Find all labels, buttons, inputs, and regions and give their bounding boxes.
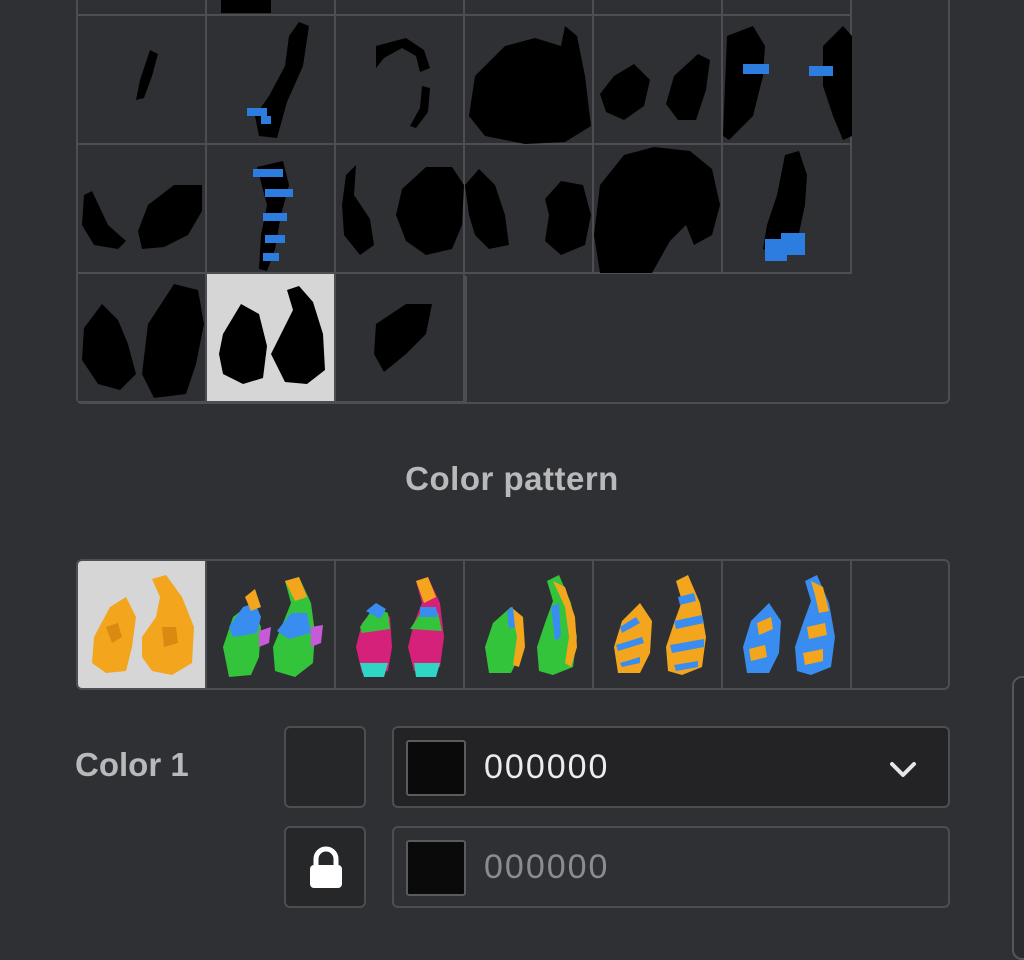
shape-option[interactable]	[723, 145, 852, 274]
color-1-preview-button[interactable]	[284, 726, 366, 808]
color-1-secondary-field[interactable]: 000000	[392, 826, 950, 908]
shape-option[interactable]	[594, 16, 723, 145]
shape-option[interactable]	[336, 0, 465, 16]
color-1-hex-placeholder: 000000	[484, 848, 610, 886]
shape-option-selected[interactable]	[207, 274, 336, 403]
lock-button[interactable]	[284, 826, 366, 908]
color-1-swatch[interactable]	[406, 740, 466, 796]
color-1-hex-value: 000000	[484, 748, 610, 786]
shape-option[interactable]	[207, 0, 336, 16]
chevron-down-icon[interactable]	[888, 754, 918, 784]
shape-grid	[76, 0, 950, 404]
shape-option[interactable]	[594, 0, 723, 16]
empty-grid-area	[465, 276, 950, 404]
pattern-option-blue-orange[interactable]	[723, 561, 852, 688]
shape-option[interactable]	[336, 16, 465, 145]
color-1-label: Color 1	[75, 746, 189, 783]
pattern-option-green-orange[interactable]	[465, 561, 594, 688]
shape-option[interactable]	[336, 145, 465, 274]
pattern-option-solid[interactable]	[78, 561, 207, 688]
shape-option[interactable]	[207, 145, 336, 274]
pattern-option-empty	[852, 561, 948, 688]
color-1-select[interactable]: 000000	[392, 726, 950, 808]
shape-option[interactable]	[465, 0, 594, 16]
shape-option[interactable]	[78, 145, 207, 274]
color-1-secondary-swatch[interactable]	[406, 840, 466, 896]
shape-option[interactable]	[723, 16, 852, 145]
shape-option[interactable]	[465, 145, 594, 274]
shape-option[interactable]	[78, 16, 207, 145]
shape-option[interactable]	[465, 16, 594, 145]
color-pattern-picker	[76, 559, 950, 690]
shape-option[interactable]	[723, 0, 852, 16]
pattern-option-blue-green-magenta[interactable]	[336, 561, 465, 688]
shape-option[interactable]	[78, 0, 207, 16]
shape-option[interactable]	[336, 274, 465, 403]
side-panel-edge	[1012, 676, 1024, 960]
color-pattern-title: Color pattern	[405, 460, 619, 497]
shape-option[interactable]	[207, 16, 336, 145]
pattern-option-blue-green-purple[interactable]	[207, 561, 336, 688]
pattern-option-orange-blue-stripes[interactable]	[594, 561, 723, 688]
shape-option[interactable]	[78, 274, 207, 403]
shape-option[interactable]	[594, 145, 723, 274]
lock-icon	[310, 846, 342, 888]
